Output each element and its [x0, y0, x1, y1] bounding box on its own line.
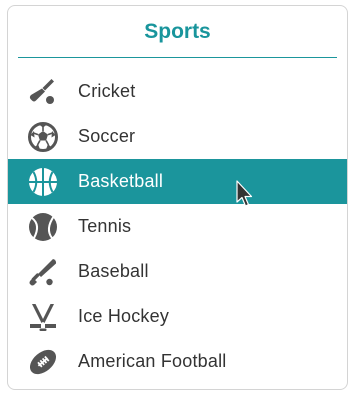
soccer-ball-icon — [26, 120, 60, 154]
title-divider — [18, 57, 337, 58]
list-item-label: Cricket — [78, 81, 136, 101]
tennis-ball-icon — [26, 210, 60, 244]
list-item-label: Baseball — [78, 261, 149, 281]
list-item-label: Tennis — [78, 216, 132, 236]
baseball-bat-icon — [26, 255, 60, 289]
list-item-label: American Football — [78, 351, 227, 371]
panel-title: Sports — [144, 20, 211, 43]
list-item-soccer[interactable]: Soccer — [8, 114, 347, 159]
list-item-american-football[interactable]: American Football — [8, 339, 347, 384]
list-item-label: Soccer — [78, 126, 136, 146]
american-football-icon — [26, 345, 60, 379]
list-item-cricket[interactable]: Cricket — [8, 69, 347, 114]
list-item-baseball[interactable]: Baseball — [8, 249, 347, 294]
hockey-sticks-icon — [26, 300, 60, 334]
list-item-tennis[interactable]: Tennis — [8, 204, 347, 249]
list-item-ice-hockey[interactable]: Ice Hockey — [8, 294, 347, 339]
basketball-icon — [26, 165, 60, 199]
sports-list-panel: Sports Cricket Soccer Basketball Tennis … — [7, 5, 348, 390]
list-item-label: Basketball — [78, 171, 164, 191]
list-item-label: Ice Hockey — [78, 306, 170, 326]
cricket-icon — [26, 75, 60, 109]
sports-list: Cricket Soccer Basketball Tennis Basebal… — [8, 69, 347, 384]
list-item-basketball[interactable]: Basketball — [8, 159, 347, 204]
